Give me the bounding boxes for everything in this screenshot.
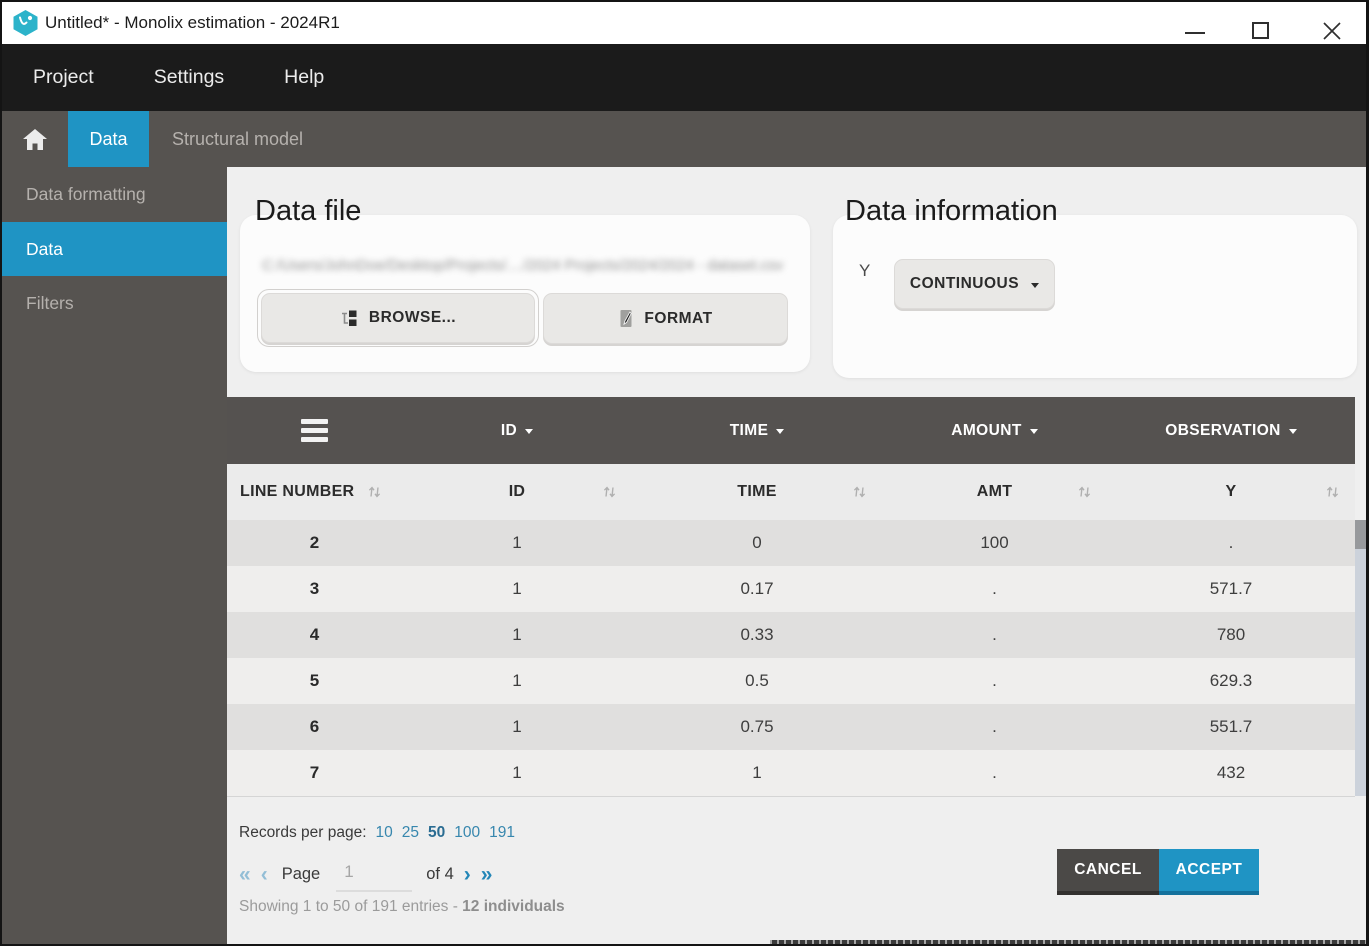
table-row: 310.17.571.7 xyxy=(227,566,1355,612)
hamburger-menu-icon[interactable] xyxy=(301,419,328,442)
tab-data[interactable]: Data xyxy=(68,111,149,167)
sidebar-item-data-formatting[interactable]: Data formatting xyxy=(2,167,227,222)
sort-icon[interactable] xyxy=(851,485,867,499)
header-y: Y xyxy=(1107,464,1355,520)
data-information-card: Y CONTINUOUS xyxy=(833,215,1357,378)
records-per-page-label: Records per page: xyxy=(239,824,367,842)
entries-summary: Showing 1 to 50 of 191 entries - 12 indi… xyxy=(239,898,565,916)
table-toolbar: ID TIME AMOUNT OBSERVATION xyxy=(227,397,1355,464)
table-body: 210100. 310.17.571.7 410.33.780 510.5.62… xyxy=(227,520,1355,797)
title-bar: Untitled* - Monolix estimation - 2024R1 xyxy=(2,2,1366,44)
window-title: Untitled* - Monolix estimation - 2024R1 xyxy=(45,2,340,44)
browse-button-ring: BROWSE... xyxy=(257,289,539,347)
data-information-title: Data information xyxy=(845,195,1058,228)
table-row: 410.33.780 xyxy=(227,612,1355,658)
table-header-row: LINE NUMBER ID TIME AMT Y xyxy=(227,464,1355,520)
chevron-down-icon xyxy=(1289,429,1297,434)
home-icon[interactable] xyxy=(21,125,49,153)
menu-settings[interactable]: Settings xyxy=(154,66,224,89)
tab-structural-model[interactable]: Structural model xyxy=(168,111,307,167)
browse-button[interactable]: BROWSE... xyxy=(261,293,535,343)
records-option-25[interactable]: 25 xyxy=(402,824,419,842)
folder-tree-icon xyxy=(340,309,359,327)
records-option-10[interactable]: 10 xyxy=(376,824,393,842)
clipped-bottom-bar xyxy=(770,940,1366,944)
accept-button[interactable]: ACCEPT xyxy=(1159,849,1259,895)
cancel-button[interactable]: CANCEL xyxy=(1057,849,1159,895)
page-label: Page xyxy=(282,865,321,884)
file-edit-icon xyxy=(618,309,634,328)
scrollbar-thumb[interactable] xyxy=(1355,520,1366,549)
previous-page-icon[interactable]: ‹ xyxy=(261,864,268,885)
menu-help[interactable]: Help xyxy=(284,66,324,89)
chevron-down-icon xyxy=(525,429,533,434)
minimize-icon[interactable] xyxy=(1185,32,1205,34)
tab-bar: Data Structural model xyxy=(2,111,1366,167)
observation-name-label: Y xyxy=(859,261,870,281)
page-number-input[interactable] xyxy=(336,856,412,892)
column-tag-observation-dropdown[interactable]: OBSERVATION xyxy=(1107,422,1355,440)
observation-type-dropdown[interactable]: CONTINUOUS xyxy=(894,259,1055,309)
data-file-path: C:/Users/JohnDoe/Desktop/Projects/..../2… xyxy=(262,257,788,274)
format-button[interactable]: FORMAT xyxy=(543,293,788,344)
first-page-icon[interactable]: « xyxy=(239,864,251,885)
menu-project[interactable]: Project xyxy=(33,66,94,89)
header-line-number: LINE NUMBER xyxy=(227,464,402,520)
header-amt: AMT xyxy=(882,464,1107,520)
menu-bar: Project Settings Help xyxy=(2,44,1366,111)
table-row: 711.432 xyxy=(227,750,1355,796)
records-option-50[interactable]: 50 xyxy=(428,824,445,842)
page-navigation: « ‹ Page of 4 › » xyxy=(239,855,492,893)
sidebar-item-filters[interactable]: Filters xyxy=(2,276,227,331)
column-tag-amount-dropdown[interactable]: AMOUNT xyxy=(882,422,1107,440)
monolix-app-icon xyxy=(12,9,39,37)
sidebar: Data formatting Data Filters xyxy=(2,167,227,944)
chevron-down-icon xyxy=(1030,429,1038,434)
sort-icon[interactable] xyxy=(366,485,382,499)
chevron-down-icon xyxy=(776,429,784,434)
records-option-100[interactable]: 100 xyxy=(454,824,480,842)
next-page-icon[interactable]: › xyxy=(464,864,471,885)
vertical-scrollbar[interactable] xyxy=(1355,520,1366,796)
table-row: 210100. xyxy=(227,520,1355,566)
last-page-icon[interactable]: » xyxy=(481,864,493,885)
close-icon[interactable] xyxy=(1321,20,1343,42)
sort-icon[interactable] xyxy=(601,485,617,499)
header-time: TIME xyxy=(632,464,882,520)
maximize-icon[interactable] xyxy=(1252,22,1269,39)
column-tag-id-dropdown[interactable]: ID xyxy=(402,422,632,440)
table-row: 610.75.551.7 xyxy=(227,704,1355,750)
sidebar-item-data[interactable]: Data xyxy=(2,222,227,276)
app-window: Untitled* - Monolix estimation - 2024R1 … xyxy=(0,0,1369,946)
records-option-191[interactable]: 191 xyxy=(489,824,515,842)
data-file-title: Data file xyxy=(255,195,361,228)
column-tag-time-dropdown[interactable]: TIME xyxy=(632,422,882,440)
header-id: ID xyxy=(402,464,632,520)
table-row: 510.5.629.3 xyxy=(227,658,1355,704)
individuals-count: 12 individuals xyxy=(462,898,565,915)
records-per-page: Records per page: 10 25 50 100 191 xyxy=(239,824,515,842)
page-count-label: of 4 xyxy=(426,865,454,884)
sort-icon[interactable] xyxy=(1324,485,1340,499)
sort-icon[interactable] xyxy=(1076,485,1092,499)
data-file-card: C:/Users/JohnDoe/Desktop/Projects/..../2… xyxy=(240,215,810,372)
chevron-down-icon xyxy=(1031,283,1039,288)
